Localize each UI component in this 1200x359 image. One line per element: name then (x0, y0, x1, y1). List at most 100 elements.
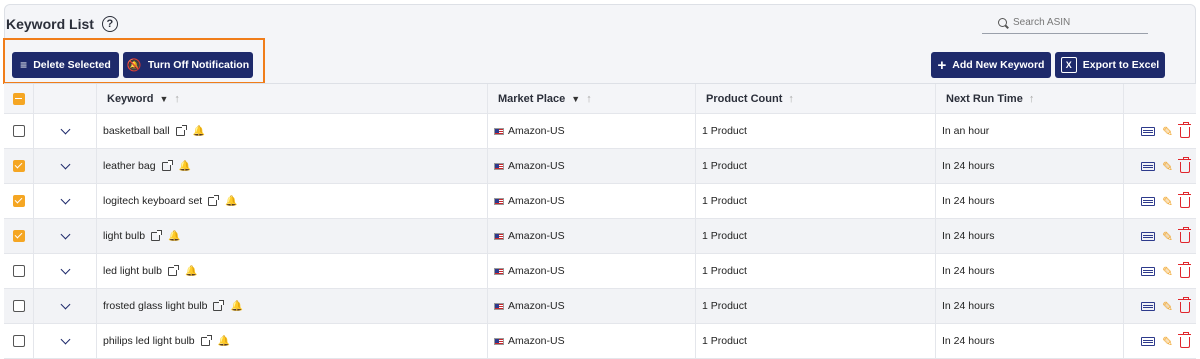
product-count-text: 1 Product (702, 125, 747, 137)
row-checkbox-cell (4, 219, 34, 253)
bell-icon[interactable]: 🔔 (168, 231, 180, 242)
product-count-text: 1 Product (702, 335, 747, 347)
header-expand-cell (34, 84, 97, 113)
filter-icon[interactable]: ▼ (571, 94, 580, 104)
market-place-text: Amazon-US (508, 230, 565, 242)
edit-pencil-icon[interactable]: ✎ (1162, 125, 1173, 138)
column-label-next-run: Next Run Time (946, 92, 1023, 105)
search-input[interactable] (1013, 17, 1143, 28)
external-link-icon[interactable] (175, 124, 187, 136)
chevron-down-icon[interactable] (60, 194, 70, 204)
keyboard-icon[interactable] (1141, 196, 1156, 206)
edit-pencil-icon[interactable]: ✎ (1162, 300, 1173, 313)
sort-arrow-icon[interactable]: ↑ (586, 93, 592, 105)
bell-icon[interactable]: 🔔 (185, 266, 197, 277)
edit-pencil-icon[interactable]: ✎ (1162, 265, 1173, 278)
sort-arrow-icon[interactable]: ↑ (1029, 93, 1035, 105)
chevron-down-icon[interactable] (60, 159, 70, 169)
market-place-cell: Amazon-US (488, 254, 696, 288)
keyword-text: basketball ball (103, 125, 170, 137)
row-checkbox[interactable] (12, 265, 25, 277)
bell-icon[interactable]: 🔔 (193, 126, 205, 137)
filter-icon[interactable]: ▼ (159, 94, 168, 104)
chevron-down-icon[interactable] (60, 334, 70, 344)
product-count-text: 1 Product (702, 265, 747, 277)
keyword-cell: light bulb 🔔 (97, 219, 488, 253)
keyword-cell: philips led light bulb 🔔 (97, 324, 488, 358)
sort-arrow-icon[interactable]: ↑ (788, 93, 794, 105)
keyword-text: led light bulb (103, 265, 162, 277)
row-expand-cell (34, 114, 97, 148)
next-run-time-text: In 24 hours (942, 265, 995, 277)
bell-icon[interactable]: 🔔 (218, 336, 230, 347)
market-place-text: Amazon-US (508, 265, 565, 277)
bell-icon[interactable]: 🔔 (225, 196, 237, 207)
trash-icon[interactable] (1178, 331, 1191, 348)
edit-pencil-icon[interactable]: ✎ (1162, 335, 1173, 348)
export-to-excel-button[interactable]: X Export to Excel (1055, 52, 1165, 78)
plus-icon: + (937, 56, 947, 74)
next-run-time-cell: In 24 hours (936, 184, 1124, 218)
delete-selected-button[interactable]: ≡ Delete Selected (12, 52, 119, 78)
next-run-time-text: In 24 hours (942, 160, 995, 172)
chevron-down-icon[interactable] (60, 264, 70, 274)
keyboard-icon[interactable] (1141, 231, 1156, 241)
row-checkbox[interactable] (12, 335, 25, 347)
row-checkbox[interactable] (12, 230, 25, 242)
table-row: frosted glass light bulb 🔔 Amazon-US 1 P… (4, 289, 1196, 324)
trash-icon[interactable] (1178, 156, 1191, 173)
column-header-market-place[interactable]: Market Place ▼ ↑ (488, 84, 696, 113)
question-circle-icon[interactable]: ? (101, 16, 118, 32)
product-count-text: 1 Product (702, 300, 747, 312)
external-link-icon[interactable] (151, 229, 163, 241)
keyboard-icon[interactable] (1141, 126, 1156, 136)
trash-icon[interactable] (1178, 191, 1191, 208)
keyword-table: Keyword ▼ ↑ Market Place ▼ ↑ Product Cou… (4, 83, 1196, 359)
chevron-down-icon[interactable] (60, 299, 70, 309)
edit-pencil-icon[interactable]: ✎ (1162, 230, 1173, 243)
add-new-keyword-button[interactable]: + Add New Keyword (931, 52, 1051, 78)
row-checkbox[interactable] (12, 160, 25, 172)
turn-off-notification-button[interactable]: 🔕 Turn Off Notification (123, 52, 253, 78)
table-row: basketball ball 🔔 Amazon-US 1 Product In… (4, 114, 1196, 149)
external-link-icon[interactable] (200, 334, 212, 346)
keyboard-icon[interactable] (1141, 336, 1156, 346)
column-header-keyword[interactable]: Keyword ▼ ↑ (97, 84, 488, 113)
next-run-time-text: In 24 hours (942, 300, 995, 312)
delete-selected-label: Delete Selected (33, 59, 111, 71)
column-header-next-run-time[interactable]: Next Run Time ↑ (936, 84, 1124, 113)
external-link-icon[interactable] (213, 299, 225, 311)
bell-off-icon: 🔕 (126, 58, 142, 72)
trash-icon[interactable] (1178, 261, 1191, 278)
keyboard-icon[interactable] (1141, 266, 1156, 276)
sort-arrow-icon[interactable]: ↑ (174, 93, 180, 105)
row-checkbox-cell (4, 184, 34, 218)
select-all-checkbox[interactable] (12, 92, 25, 105)
product-count-cell: 1 Product (696, 184, 936, 218)
next-run-time-text: In 24 hours (942, 335, 995, 347)
keyboard-icon[interactable] (1141, 161, 1156, 171)
keyboard-icon[interactable] (1141, 301, 1156, 311)
excel-icon: X (1060, 57, 1077, 73)
external-link-icon[interactable] (161, 159, 173, 171)
trash-icon[interactable] (1178, 226, 1191, 243)
row-expand-cell (34, 254, 97, 288)
bell-icon[interactable]: 🔔 (230, 301, 242, 312)
bell-icon[interactable]: 🔔 (179, 161, 191, 172)
market-place-cell: Amazon-US (488, 149, 696, 183)
trash-icon[interactable] (1178, 296, 1191, 313)
row-checkbox[interactable] (12, 300, 25, 312)
keyword-text: light bulb (103, 230, 146, 242)
row-checkbox[interactable] (12, 195, 25, 207)
product-count-text: 1 Product (702, 195, 747, 207)
edit-pencil-icon[interactable]: ✎ (1162, 195, 1173, 208)
chevron-down-icon[interactable] (60, 229, 70, 239)
trash-icon[interactable] (1178, 121, 1191, 138)
external-link-icon[interactable] (167, 264, 179, 276)
column-header-product-count[interactable]: Product Count ↑ (696, 84, 936, 113)
row-checkbox[interactable] (12, 125, 25, 137)
search-box[interactable] (982, 12, 1148, 34)
external-link-icon[interactable] (208, 194, 220, 206)
chevron-down-icon[interactable] (60, 124, 70, 134)
edit-pencil-icon[interactable]: ✎ (1162, 160, 1173, 173)
